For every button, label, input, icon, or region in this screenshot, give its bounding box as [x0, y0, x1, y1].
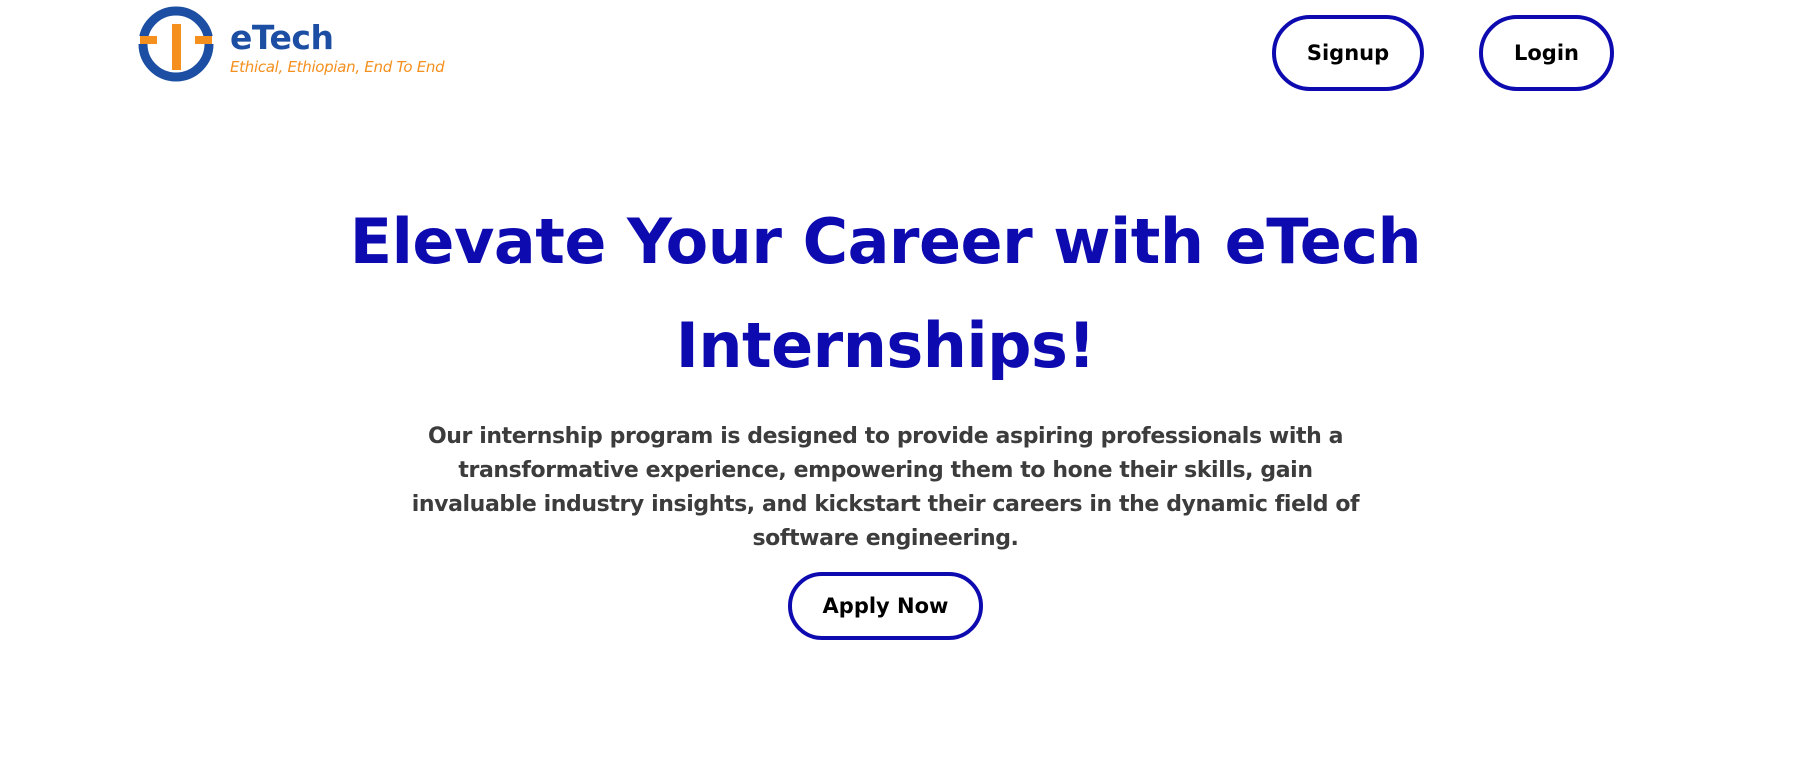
page: eTech Ethical, Ethiopian, End To End Sig… — [0, 0, 1809, 766]
logo-text: eTech Ethical, Ethiopian, End To End — [230, 6, 445, 76]
brand-tagline: Ethical, Ethiopian, End To End — [230, 58, 445, 76]
signup-button[interactable]: Signup — [1272, 15, 1424, 91]
hero-title: Elevate Your Career with eTech Internshi… — [349, 205, 1422, 382]
hero-section: Elevate Your Career with eTech Internshi… — [0, 190, 1771, 556]
login-button[interactable]: Login — [1479, 15, 1614, 91]
brand-name: eTech — [230, 18, 334, 57]
brand-logo-link[interactable]: eTech Ethical, Ethiopian, End To End — [138, 6, 445, 82]
hero-description: Our internship program is designed to pr… — [411, 424, 1360, 551]
apply-now-button[interactable]: Apply Now — [788, 572, 983, 640]
etech-logo-icon — [138, 6, 214, 82]
